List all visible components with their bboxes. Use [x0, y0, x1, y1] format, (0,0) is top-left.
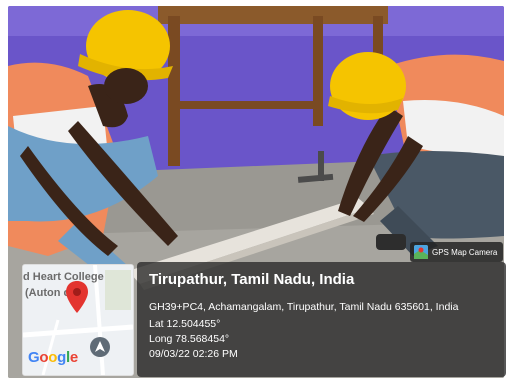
gps-map-camera-icon: [414, 245, 428, 259]
map-label-college: d Heart College: [23, 271, 104, 283]
address-line: GH39+PC4, Achamangalam, Tirupathur, Tami…: [149, 301, 459, 313]
map-thumbnail: d Heart College (Auton ous) Google: [22, 264, 134, 376]
gps-map-camera-badge: GPS Map Camera: [410, 242, 504, 262]
navigation-icon: [90, 337, 110, 357]
google-logo: Google: [28, 349, 78, 366]
timestamp: 09/03/22 02:26 PM: [149, 348, 238, 360]
latitude: Lat 12.504455°: [149, 318, 221, 330]
gps-map-camera-label: GPS Map Camera: [432, 247, 498, 257]
photo-frame: GPS Map Camera d Heart College (Auton ou…: [0, 0, 511, 385]
place-name: Tirupathur, Tamil Nadu, India: [149, 271, 355, 288]
longitude: Long 78.568454°: [149, 333, 230, 345]
map-pin-icon: [66, 281, 88, 313]
